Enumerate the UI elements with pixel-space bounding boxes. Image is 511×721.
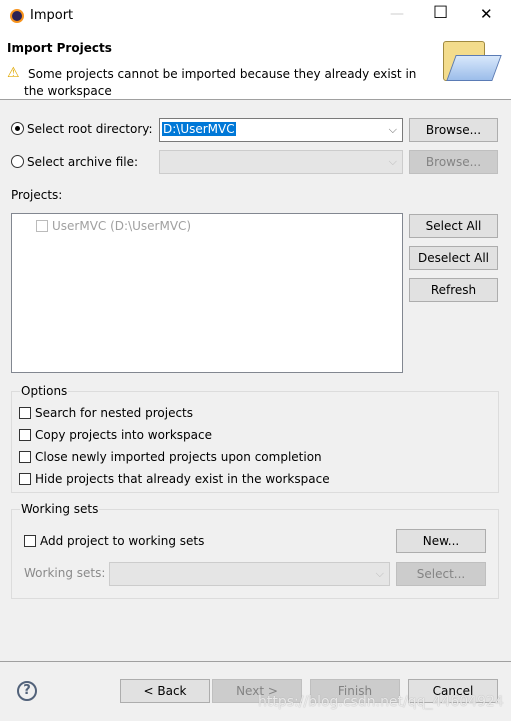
select-root-label: Select root directory: (27, 122, 153, 136)
select-archive-label: Select archive file: (27, 155, 139, 169)
warning-icon: ⚠ (7, 65, 20, 81)
option-label: Copy projects into workspace (35, 428, 213, 442)
archive-file-combo[interactable]: ⌵ (159, 150, 403, 174)
working-sets-title: Working sets (20, 502, 100, 516)
eclipse-icon (10, 9, 24, 23)
options-title: Options (20, 384, 69, 398)
working-sets-combo[interactable]: ⌵ (109, 562, 390, 586)
title-bar: Import — ☐ ✕ (0, 0, 511, 32)
option-label: Search for nested projects (35, 406, 194, 420)
chevron-down-icon: ⌵ (388, 123, 397, 136)
add-to-working-sets-label: Add project to working sets (40, 534, 205, 548)
archive-browse-button[interactable]: Browse... (409, 150, 498, 174)
select-working-sets-button[interactable]: Select... (396, 562, 486, 586)
new-working-set-button[interactable]: New... (396, 529, 486, 553)
project-item-label: UserMVC (D:\UserMVC) (52, 219, 192, 233)
chevron-down-icon: ⌵ (388, 155, 397, 168)
deselect-all-button[interactable]: Deselect All (409, 246, 498, 270)
refresh-button[interactable]: Refresh (409, 278, 498, 302)
working-sets-label: Working sets: (24, 566, 106, 580)
option-hide-existing[interactable]: Hide projects that already exist in the … (19, 472, 330, 486)
project-item[interactable]: UserMVC (D:\UserMVC) (36, 219, 191, 233)
projects-label: Projects: (11, 188, 63, 202)
folder-icon (443, 41, 502, 83)
root-browse-button[interactable]: Browse... (409, 118, 498, 142)
minimize-button[interactable]: — (390, 6, 404, 22)
projects-list[interactable]: UserMVC (D:\UserMVC) (11, 213, 403, 373)
chevron-down-icon: ⌵ (375, 567, 384, 580)
maximize-button[interactable]: ☐ (433, 3, 448, 23)
watermark: https://blog.csdn.net/qq_44604924 (258, 694, 504, 710)
root-directory-combo[interactable]: D:\UserMVC ⌵ (159, 118, 403, 142)
option-search-nested[interactable]: Search for nested projects (19, 406, 193, 420)
select-all-button[interactable]: Select All (409, 214, 498, 238)
add-to-working-sets-checkbox[interactable]: Add project to working sets (24, 534, 204, 548)
option-copy-projects[interactable]: Copy projects into workspace (19, 428, 212, 442)
select-root-radio[interactable]: Select root directory: (11, 122, 153, 136)
window-title: Import (30, 8, 74, 23)
option-close-imported[interactable]: Close newly imported projects upon compl… (19, 450, 322, 464)
option-label: Hide projects that already exist in the … (35, 472, 330, 486)
help-icon[interactable]: ? (17, 681, 37, 701)
close-button[interactable]: ✕ (480, 5, 493, 23)
page-title: Import Projects (7, 41, 112, 55)
option-label: Close newly imported projects upon compl… (35, 450, 322, 464)
back-button[interactable]: < Back (120, 679, 210, 703)
root-directory-value: D:\UserMVC (162, 122, 236, 136)
footer-divider (0, 661, 511, 662)
header-message: Some projects cannot be imported because… (24, 67, 417, 98)
wizard-header: Import Projects ⚠ Some projects cannot b… (0, 32, 511, 100)
select-archive-radio[interactable]: Select archive file: (11, 155, 138, 169)
